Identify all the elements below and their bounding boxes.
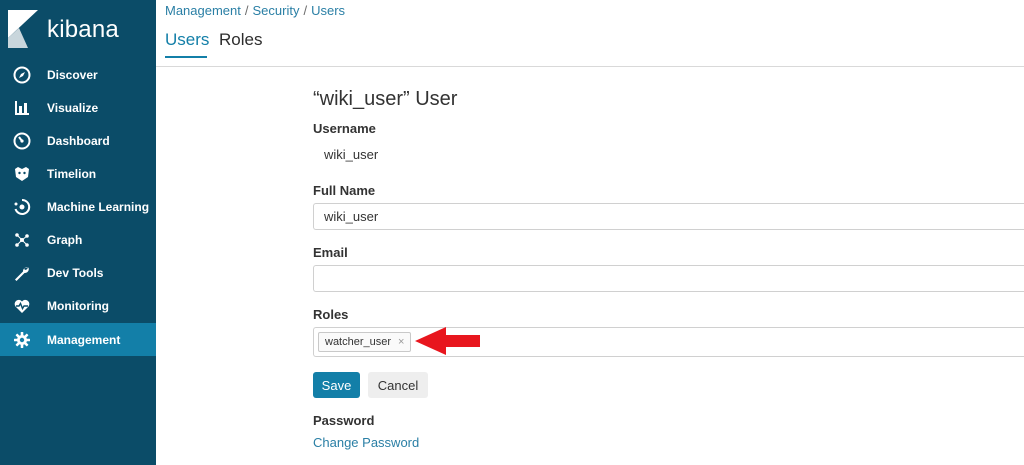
nav-label: Dev Tools <box>47 265 104 280</box>
fullname-input[interactable] <box>313 203 1024 230</box>
nav-label: Dashboard <box>47 133 110 148</box>
nav-label: Graph <box>47 232 83 247</box>
nav-item-dashboard[interactable]: Dashboard <box>0 124 156 157</box>
role-chip-label: watcher_user <box>325 336 392 348</box>
change-password-link[interactable]: Change Password <box>313 435 419 450</box>
breadcrumb-security[interactable]: Security <box>253 3 300 18</box>
bar-chart-icon <box>13 99 31 117</box>
breadcrumb: Management / Security / Users <box>165 3 345 18</box>
cancel-button[interactable]: Cancel <box>368 372 428 398</box>
nav-item-discover[interactable]: Discover <box>0 58 156 91</box>
nav-label: Management <box>47 332 121 347</box>
email-label: Email <box>313 245 348 260</box>
nav-item-machine-learning[interactable]: Machine Learning <box>0 190 156 223</box>
active-tab-indicator <box>165 56 207 58</box>
nav-item-timelion[interactable]: Timelion <box>0 157 156 190</box>
save-button[interactable]: Save <box>313 372 360 398</box>
remove-role-icon[interactable]: × <box>398 333 404 351</box>
nav-label: Visualize <box>47 100 99 115</box>
sidebar: kibana Discover Visualize Dashboard Time… <box>0 0 156 465</box>
username-label: Username <box>313 121 376 136</box>
breadcrumb-management[interactable]: Management <box>165 3 241 18</box>
tab-roles[interactable]: Roles <box>219 30 262 50</box>
breadcrumb-separator: / <box>244 3 249 18</box>
dashboard-icon <box>13 132 31 150</box>
password-label: Password <box>313 413 375 428</box>
nav-item-management[interactable]: Management <box>0 323 156 356</box>
nav-item-visualize[interactable]: Visualize <box>0 91 156 124</box>
username-value: wiki_user <box>324 147 379 162</box>
heartbeat-icon <box>13 297 31 315</box>
kibana-logo[interactable]: kibana <box>8 10 153 50</box>
nav-label: Monitoring <box>47 298 109 313</box>
red-arrow-annotation <box>415 327 480 355</box>
main-content: Management / Security / Users Users Roles “w… <box>156 0 1024 465</box>
graph-icon <box>13 231 31 249</box>
nav-item-graph[interactable]: Graph <box>0 223 156 256</box>
app-name: kibana <box>47 16 119 43</box>
wrench-icon <box>13 264 31 282</box>
fullname-label: Full Name <box>313 183 376 198</box>
nav-item-monitoring[interactable]: Monitoring <box>0 289 156 322</box>
breadcrumb-users[interactable]: Users <box>311 3 345 18</box>
header-divider <box>156 66 1024 67</box>
email-input[interactable] <box>313 265 1024 292</box>
nav-label: Timelion <box>47 166 97 181</box>
compass-icon <box>13 66 31 84</box>
tab-users[interactable]: Users <box>165 30 209 50</box>
gear-icon <box>13 331 31 349</box>
nav-item-dev-tools[interactable]: Dev Tools <box>0 256 156 289</box>
page-title: “wiki_user” User <box>313 88 458 110</box>
kibana-logo-icon <box>8 10 38 48</box>
machine-learning-icon <box>13 198 31 216</box>
role-chip: watcher_user × <box>318 332 412 352</box>
breadcrumb-separator: / <box>303 3 308 18</box>
timelion-icon <box>13 165 31 183</box>
nav-label: Discover <box>47 67 98 82</box>
nav-label: Machine Learning <box>47 199 150 214</box>
roles-label: Roles <box>313 307 349 322</box>
